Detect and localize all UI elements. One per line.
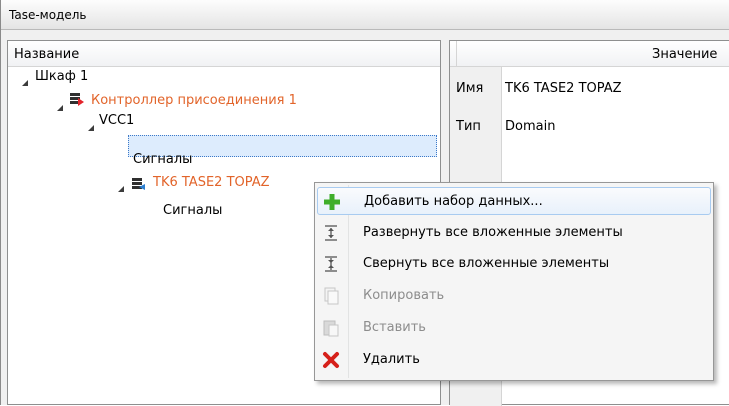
tree-node-label: TK6 TASE2 TOPAZ: [153, 175, 270, 190]
menu-item-delete[interactable]: Удалить: [317, 346, 711, 374]
tree-node-label: Сигналы: [133, 152, 193, 167]
menu-item-label: Вставить: [363, 320, 426, 335]
menu-item-expand-all[interactable]: Развернуть все вложенные элементы: [317, 219, 711, 247]
tree-node-label: VCC1: [99, 113, 135, 128]
expand-arrow-icon[interactable]: [56, 99, 64, 119]
property-key: Тип: [456, 119, 481, 134]
properties-header-label: Значение: [652, 47, 718, 62]
tree-header-label: Название: [14, 47, 80, 62]
copy-icon: [322, 287, 340, 305]
tree-node-label: Шкаф 1: [35, 69, 89, 84]
menu-item-label: Развернуть все вложенные элементы: [363, 225, 623, 240]
menu-item-label: Добавить набор данных...: [364, 194, 543, 209]
window-title: Tase-модель: [9, 8, 87, 22]
properties-column-header[interactable]: Значение: [450, 41, 729, 67]
menu-item-collapse-all[interactable]: Свернуть все вложенные элементы: [317, 250, 711, 278]
property-value[interactable]: TK6 TASE2 TOPAZ: [505, 81, 622, 96]
header-gutter: [450, 41, 457, 66]
property-row[interactable]: Тип Domain: [450, 109, 729, 143]
delete-icon: [322, 351, 340, 369]
expand-arrow-icon[interactable]: [117, 180, 125, 200]
plus-icon: [323, 193, 341, 211]
tree-column-header[interactable]: Название: [8, 41, 440, 67]
property-key: Имя: [456, 81, 484, 96]
expand-arrow-icon[interactable]: [21, 74, 29, 94]
domain-icon: [131, 177, 147, 198]
window-titlebar: Tase-модель: [1, 0, 729, 30]
menu-item-label: Свернуть все вложенные элементы: [363, 256, 610, 271]
controller-icon: [69, 92, 85, 113]
property-row[interactable]: Имя TK6 TASE2 TOPAZ: [450, 71, 729, 105]
menu-item-add-dataset[interactable]: Добавить набор данных...: [317, 187, 711, 215]
tree-node-signals-child[interactable]: Сигналы: [163, 203, 222, 223]
menu-item-label: Копировать: [363, 288, 445, 303]
menu-item-label: Удалить: [363, 352, 420, 367]
paste-icon: [322, 319, 340, 337]
main-window: Tase-модель Название Шкаф 1 Контроллер п…: [0, 0, 729, 406]
tree-node-signals[interactable]: Сигналы: [133, 152, 192, 172]
menu-item-copy[interactable]: Копировать: [317, 282, 711, 310]
tree-node-label: Контроллер присоединения 1: [91, 93, 297, 108]
expand-all-icon: [322, 224, 340, 242]
context-menu: Добавить набор данных... Развернуть все …: [314, 182, 714, 381]
expand-arrow-icon[interactable]: [87, 119, 95, 139]
tree-node-label: Сигналы: [163, 203, 223, 218]
property-value[interactable]: Domain: [505, 119, 555, 134]
menu-item-paste[interactable]: Вставить: [317, 314, 711, 342]
collapse-all-icon: [322, 255, 340, 273]
